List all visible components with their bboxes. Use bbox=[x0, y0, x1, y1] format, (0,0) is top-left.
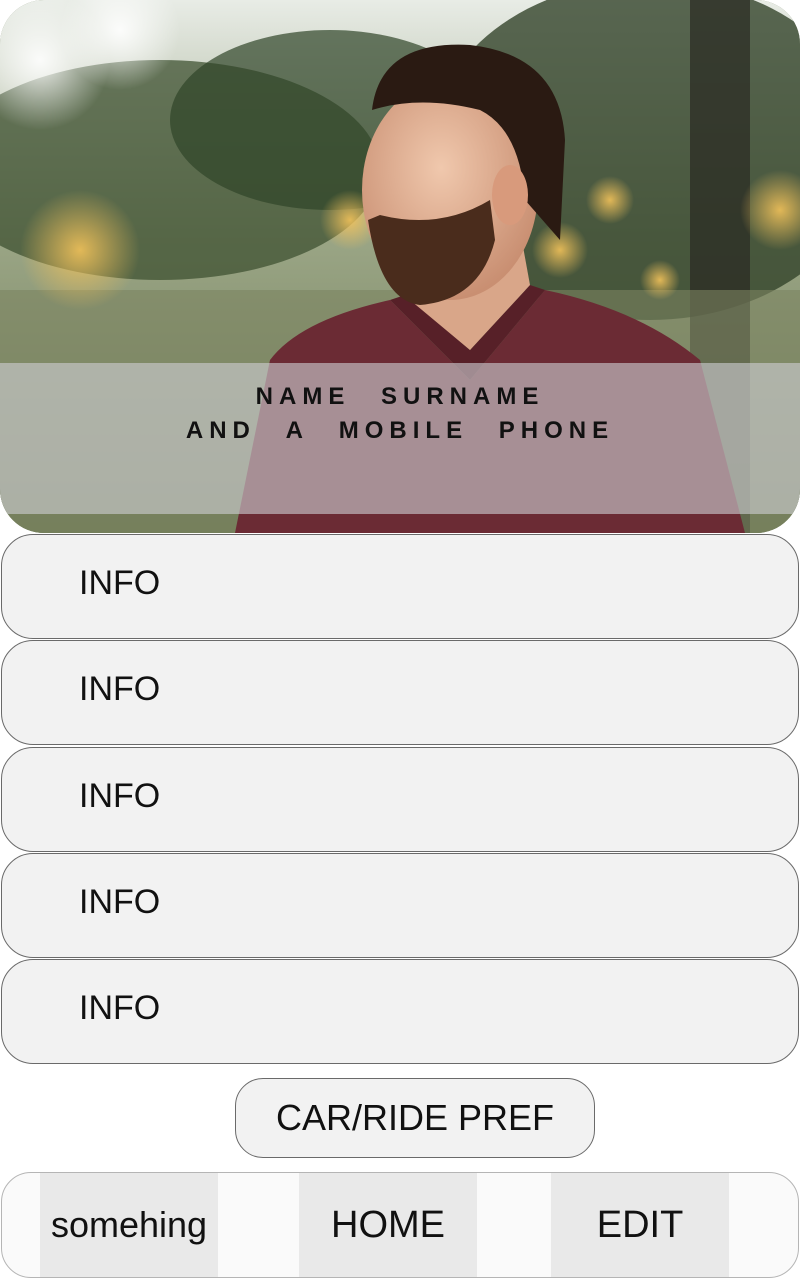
profile-phone: AND A MOBILE PHONE bbox=[185, 417, 615, 444]
info-row[interactable]: INFO bbox=[1, 747, 799, 852]
nav-something-button[interactable]: somehing bbox=[40, 1173, 218, 1277]
profile-photo: NAME SURNAME AND A MOBILE PHONE bbox=[0, 0, 800, 533]
info-row[interactable]: INFO bbox=[1, 853, 799, 958]
car-ride-pref-button[interactable]: CAR/RIDE PREF bbox=[235, 1078, 595, 1158]
info-label: INFO bbox=[79, 989, 161, 1027]
info-row[interactable]: INFO bbox=[1, 959, 799, 1064]
profile-screen: NAME SURNAME AND A MOBILE PHONE INFO INF… bbox=[0, 0, 800, 1280]
bottom-nav: somehing HOME EDIT bbox=[1, 1172, 799, 1278]
info-label: INFO bbox=[79, 777, 161, 815]
profile-name-block: NAME SURNAME AND A MOBILE PHONE bbox=[0, 380, 800, 448]
info-row[interactable]: INFO bbox=[1, 534, 799, 639]
nav-home-button[interactable]: HOME bbox=[299, 1173, 477, 1277]
info-label: INFO bbox=[79, 883, 161, 921]
info-label: INFO bbox=[79, 670, 161, 708]
nav-edit-button[interactable]: EDIT bbox=[551, 1173, 729, 1277]
profile-name: NAME SURNAME bbox=[255, 383, 545, 410]
info-row[interactable]: INFO bbox=[1, 640, 799, 745]
info-label: INFO bbox=[79, 564, 161, 602]
